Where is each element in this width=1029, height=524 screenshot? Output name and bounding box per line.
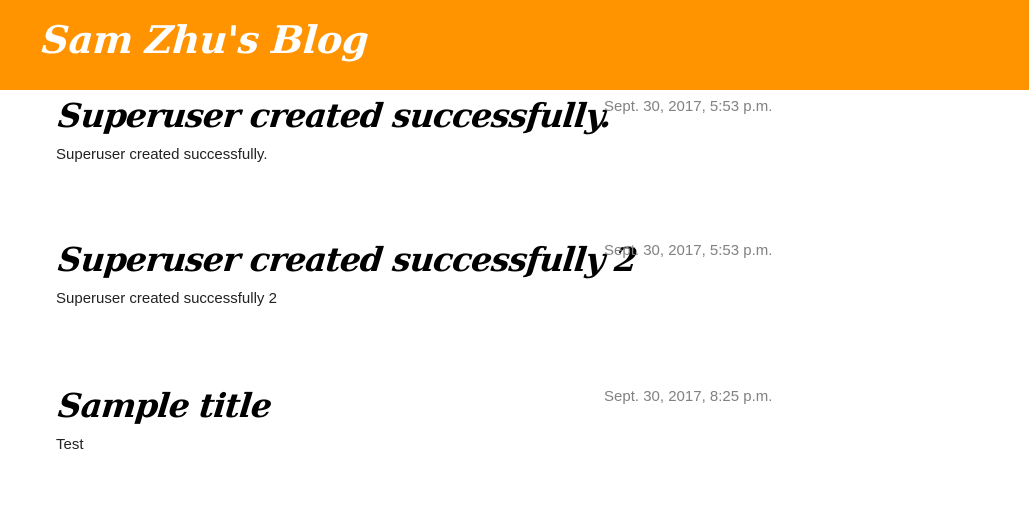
post-item: Superuser created successfully. Sept. 30… — [0, 94, 1029, 234]
post-body: Superuser created successfully 2 — [56, 290, 277, 307]
post-body: Test — [56, 436, 84, 453]
post-body: Superuser created successfully. — [56, 146, 268, 163]
blog-title-link[interactable]: Sam Zhu's Blog — [40, 12, 370, 68]
post-title-link[interactable]: Superuser created successfully. — [56, 94, 613, 138]
post-date: Sept. 30, 2017, 5:53 p.m. — [604, 98, 773, 115]
post-item: Sample title Sept. 30, 2017, 8:25 p.m. T… — [0, 384, 1029, 524]
post-date: Sept. 30, 2017, 8:25 p.m. — [604, 388, 773, 405]
post-date: Sept. 30, 2017, 5:53 p.m. — [604, 242, 773, 259]
post-title-link[interactable]: Sample title — [56, 384, 273, 428]
post-item: Superuser created successfully 2 Sept. 3… — [0, 238, 1029, 378]
page-header: Sam Zhu's Blog — [0, 0, 1029, 90]
post-title-link[interactable]: Superuser created successfully 2 — [56, 238, 639, 282]
